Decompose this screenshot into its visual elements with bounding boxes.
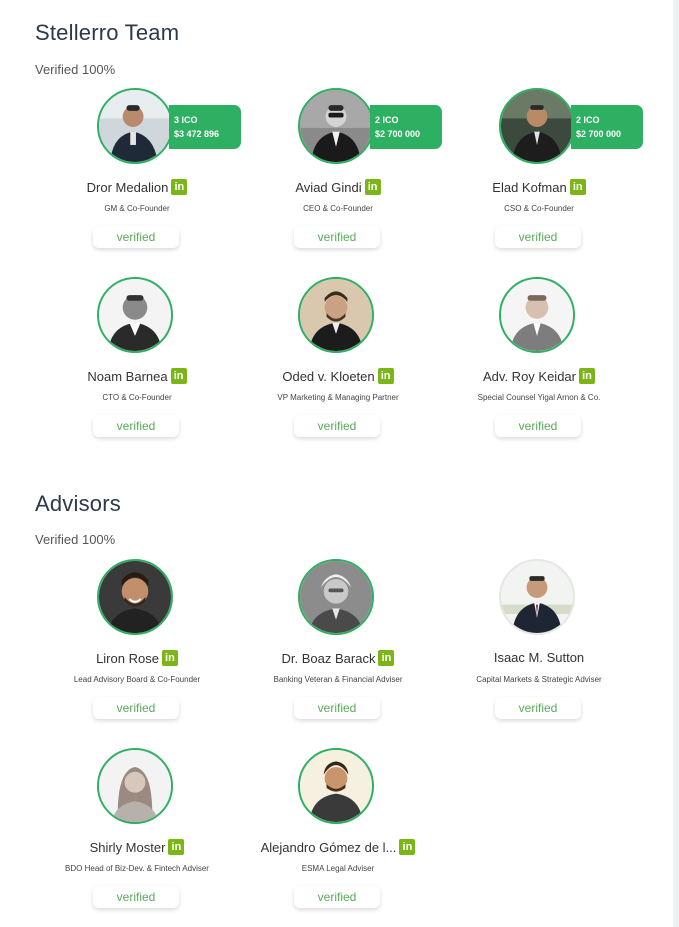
avatar [97,559,173,635]
verified-button[interactable]: verified [294,886,380,908]
member-role: Special Counsel Yigal Arnon & Co. [477,393,601,402]
linkedin-icon[interactable]: in [377,368,394,384]
avatar [499,559,575,635]
avatar [499,277,575,353]
team-verified-percent: Verified 100% [35,62,116,77]
linkedin-icon[interactable]: in [569,179,586,195]
avatar [298,88,374,164]
member-role: VP Marketing & Managing Partner [277,393,399,402]
member-role: Capital Markets & Strategic Adviser [476,675,602,684]
avatar [97,748,173,824]
name-row: Dror Medalion in [42,179,232,195]
ico-badge: 2 ICO $2 700 000 [370,105,442,149]
linkedin-icon[interactable]: in [168,839,185,855]
linkedin-icon[interactable]: in [161,650,178,666]
ico-amount: $3 472 896 [174,129,220,139]
name-row: Noam Barnea in [42,368,232,384]
member-name: Dror Medalion [86,179,169,195]
member-name: Oded v. Kloeten [282,368,375,384]
name-row: Shirly Moster in [42,839,232,855]
verified-button[interactable]: verified [93,886,179,908]
verified-button[interactable]: verified [93,697,179,719]
verified-button[interactable]: verified [93,415,179,437]
linkedin-icon[interactable]: in [364,179,381,195]
linkedin-icon[interactable]: in [578,368,595,384]
name-row: Liron Rose in [42,650,232,666]
name-row: Aviad Gindi in [243,179,433,195]
avatar [298,559,374,635]
name-row: Oded v. Kloeten in [243,368,433,384]
verified-button[interactable]: verified [294,226,380,248]
ico-amount: $2 700 000 [375,129,421,139]
avatar [97,88,173,164]
member-role: Banking Veteran & Financial Adviser [273,675,403,684]
linkedin-icon[interactable]: in [170,368,187,384]
member-name: Adv. Roy Keidar [483,368,576,384]
linkedin-icon[interactable]: in [399,839,416,855]
ico-count: 2 ICO [576,115,600,125]
member-name: Elad Kofman [492,179,567,195]
advisors-verified-percent: Verified 100% [35,532,116,547]
linkedin-icon[interactable]: in [378,650,395,666]
ico-amount: $2 700 000 [576,129,622,139]
member-role: ESMA Legal Adviser [301,864,375,873]
avatar [298,277,374,353]
member-name: Shirly Moster [89,839,166,855]
avatar [298,748,374,824]
member-name: Alejandro Gómez de l... [260,839,397,855]
member-name: Aviad Gindi [295,179,362,195]
ico-count: 2 ICO [375,115,399,125]
advisors-section-title: Advisors [35,491,121,516]
verified-button[interactable]: verified [495,226,581,248]
member-role: CTO & Co-Founder [102,393,172,402]
verified-button[interactable]: verified [93,226,179,248]
member-name: Dr. Boaz Barack [281,650,376,666]
ico-badge: 3 ICO $3 472 896 [169,105,241,149]
member-role: CSO & Co-Founder [504,204,574,213]
name-row: Elad Kofman in [444,179,634,195]
name-row: Adv. Roy Keidar in [444,368,634,384]
avatar [97,277,173,353]
name-row: Dr. Boaz Barack in [243,650,433,666]
name-row: Isaac M. Sutton [444,650,634,665]
member-name: Noam Barnea [87,368,168,384]
member-name: Liron Rose [96,650,159,666]
member-role: GM & Co-Founder [104,204,170,213]
member-name: Isaac M. Sutton [493,650,585,665]
scrollbar-track[interactable] [673,0,679,927]
verified-button[interactable]: verified [294,415,380,437]
ico-count: 3 ICO [174,115,198,125]
verified-button[interactable]: verified [495,415,581,437]
linkedin-icon[interactable]: in [171,179,188,195]
member-role: BDO Head of Biz-Dev. & Fintech Adviser [65,864,209,873]
verified-button[interactable]: verified [495,697,581,719]
member-role: Lead Advisory Board & Co-Founder [73,675,201,684]
name-row: Alejandro Gómez de l... in [243,839,433,855]
verified-button[interactable]: verified [294,697,380,719]
member-role: CEO & Co-Founder [303,204,373,213]
avatar [499,88,575,164]
ico-badge: 2 ICO $2 700 000 [571,105,643,149]
team-section-title: Stellerro Team [35,20,180,45]
